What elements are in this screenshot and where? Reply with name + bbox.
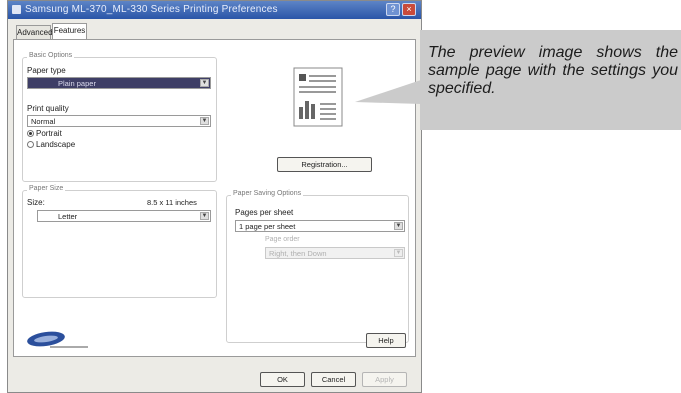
paper-size-label: Paper Size bbox=[27, 185, 66, 192]
portrait-label: Portrait bbox=[36, 129, 62, 138]
basic-options-label: Basic Options bbox=[27, 52, 75, 59]
page-order-select[interactable]: Right, then Down ▼ bbox=[265, 247, 405, 259]
apply-button[interactable]: Apply bbox=[362, 372, 407, 387]
landscape-label: Landscape bbox=[36, 140, 76, 149]
callout-text: The preview image shows the sample page … bbox=[428, 44, 678, 97]
chevron-down-icon[interactable]: ▼ bbox=[200, 79, 209, 87]
cancel-button[interactable]: Cancel bbox=[311, 372, 356, 387]
portrait-radio[interactable] bbox=[27, 130, 34, 137]
paper-type-label: Paper type bbox=[27, 66, 66, 75]
size-label: Size: bbox=[27, 198, 45, 207]
printing-preferences-window: Samsung ML-370_ML-330 Series Printing Pr… bbox=[7, 0, 422, 393]
printer-icon bbox=[12, 5, 21, 14]
page-order-value: Right, then Down bbox=[269, 249, 327, 258]
paper-saving-group: Paper Saving Options Pages per sheet 1 p… bbox=[226, 190, 409, 343]
basic-options-group: Basic Options Paper type Plain paper ▼ P… bbox=[22, 52, 217, 182]
callout-box: The preview image shows the sample page … bbox=[420, 30, 681, 130]
chevron-down-icon: ▼ bbox=[394, 249, 403, 257]
pages-per-sheet-label: Pages per sheet bbox=[235, 208, 294, 217]
help-button[interactable]: Help bbox=[366, 333, 406, 348]
paper-size-select[interactable]: Letter ▼ bbox=[37, 210, 211, 222]
registration-button[interactable]: Registration... bbox=[277, 157, 372, 172]
landscape-radio[interactable] bbox=[27, 141, 34, 148]
close-title-button[interactable]: × bbox=[402, 3, 416, 16]
print-quality-select[interactable]: Normal ▼ bbox=[27, 115, 211, 127]
paper-size-group: Paper Size Size: 8.5 x 11 inches Letter … bbox=[22, 185, 217, 298]
paper-dimensions: 8.5 x 11 inches bbox=[147, 198, 197, 207]
pages-per-sheet-value: 1 page per sheet bbox=[239, 222, 296, 231]
pages-per-sheet-select[interactable]: 1 page per sheet ▼ bbox=[235, 220, 405, 232]
ok-button[interactable]: OK bbox=[260, 372, 305, 387]
paper-type-value: Plain paper bbox=[58, 79, 96, 88]
paper-type-select[interactable]: Plain paper ▼ bbox=[27, 77, 211, 89]
tab-features[interactable]: Features bbox=[52, 23, 87, 39]
page-preview-icon bbox=[293, 67, 343, 127]
chevron-down-icon[interactable]: ▼ bbox=[394, 222, 403, 230]
samsung-logo bbox=[27, 331, 88, 348]
chevron-down-icon[interactable]: ▼ bbox=[200, 212, 209, 220]
paper-saving-label: Paper Saving Options bbox=[231, 190, 304, 197]
callout-pointer bbox=[355, 80, 421, 104]
tab-advanced[interactable]: Advanced bbox=[16, 25, 53, 39]
paper-size-value: Letter bbox=[58, 212, 78, 221]
page-order-label: Page order bbox=[265, 236, 300, 243]
window-title: Samsung ML-370_ML-330 Series Printing Pr… bbox=[25, 4, 278, 15]
help-title-button[interactable]: ? bbox=[386, 3, 400, 16]
print-quality-label: Print quality bbox=[27, 104, 69, 113]
print-quality-value: Normal bbox=[31, 117, 56, 126]
title-bar[interactable]: Samsung ML-370_ML-330 Series Printing Pr… bbox=[8, 1, 421, 19]
chevron-down-icon[interactable]: ▼ bbox=[200, 117, 209, 125]
